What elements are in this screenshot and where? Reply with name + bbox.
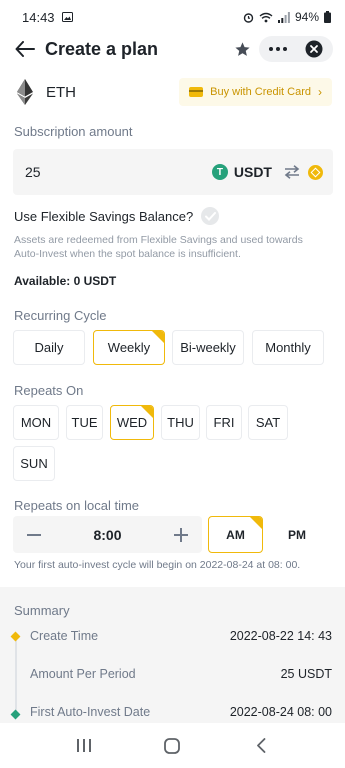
recurring-cycle-label: Recurring Cycle (14, 308, 107, 323)
summary-value: 2022-08-24 08: 00 (229, 705, 332, 719)
day-option-mon[interactable]: MON (13, 405, 59, 440)
system-nav-bar (0, 723, 345, 768)
summary-label: First Auto-Invest Date (30, 705, 151, 719)
close-icon[interactable] (301, 38, 327, 60)
day-option-wed[interactable]: WED (110, 405, 154, 440)
wifi-icon (259, 12, 273, 23)
status-bar: 14:43 94% (0, 0, 345, 34)
eth-icon (14, 77, 36, 107)
am-option[interactable]: AM (208, 516, 263, 553)
currency-label: USDT (233, 164, 272, 180)
gallery-notification-icon (61, 12, 73, 22)
time-value[interactable]: 8:00 (93, 527, 121, 543)
cycle-option-daily[interactable]: Daily (13, 330, 85, 365)
amount-input[interactable]: 25 T USDT (13, 149, 333, 195)
nav-home-icon[interactable] (157, 731, 187, 761)
summary-row-create-time: Create Time 2022-08-22 14: 43 (30, 629, 332, 643)
subscription-amount-label: Subscription amount (14, 124, 133, 139)
amount-value[interactable]: 25 (25, 164, 212, 180)
day-option-sat[interactable]: SAT (248, 405, 288, 440)
more-icon[interactable] (265, 38, 291, 60)
page-title: Create a plan (45, 38, 159, 59)
check-icon[interactable] (201, 207, 220, 225)
buy-with-credit-card-button[interactable]: Buy with Credit Card › (179, 78, 332, 106)
usdt-icon: T (211, 164, 228, 180)
day-option-fri[interactable]: FRI (206, 405, 242, 440)
first-cycle-note: Your first auto-invest cycle will begin … (14, 559, 301, 571)
summary-row-amount-per-period: Amount Per Period 25 USDT (30, 667, 332, 681)
summary-label: Create Time (30, 629, 99, 643)
bnb-coin-icon[interactable] (308, 164, 323, 180)
day-option-sun[interactable]: SUN (13, 446, 55, 481)
summary-value: 2022-08-22 14: 43 (229, 629, 332, 643)
asset-name: ETH (46, 83, 76, 101)
pm-option[interactable]: PM (270, 516, 324, 553)
cycle-option-bi-weekly[interactable]: Bi-weekly (172, 330, 244, 365)
time-stepper: 8:00 (13, 516, 202, 553)
cycle-option-weekly[interactable]: Weekly (93, 330, 165, 365)
header: Create a plan (0, 34, 345, 64)
flexible-savings-note: Assets are redeemed from Flexible Saving… (14, 234, 303, 260)
flexible-savings-question: Use Flexible Savings Balance? (14, 208, 194, 224)
plus-icon[interactable] (173, 527, 189, 543)
mini-app-capsule (259, 36, 333, 62)
repeats-on-label: Repeats On (14, 383, 84, 398)
star-icon[interactable] (231, 38, 253, 60)
status-time: 14:43 (22, 9, 55, 25)
available-balance: Available: 0 USDT (14, 274, 117, 288)
battery-percent: 94% (294, 10, 319, 24)
cycle-option-monthly[interactable]: Monthly (252, 330, 324, 365)
nav-back-icon[interactable] (246, 731, 276, 761)
swap-icon[interactable] (284, 165, 300, 179)
timeline-end-dot (10, 709, 21, 720)
summary-value: 25 USDT (280, 667, 332, 681)
summary-panel: Summary Create Time 2022-08-22 14: 43 Am… (0, 587, 345, 723)
flexible-savings-row: Use Flexible Savings Balance? (14, 207, 220, 225)
buy-with-credit-card-label: Buy with Credit Card (210, 86, 311, 98)
chevron-right-icon: › (318, 85, 322, 99)
day-option-tue[interactable]: TUE (66, 405, 103, 440)
asset-row: ETH Buy with Credit Card › (14, 76, 332, 108)
alarm-icon (243, 12, 254, 23)
day-option-thu[interactable]: THU (161, 405, 200, 440)
battery-icon (324, 11, 331, 23)
summary-label: Amount Per Period (30, 667, 136, 681)
credit-card-icon (189, 87, 204, 97)
timeline-start-dot (10, 631, 21, 642)
summary-title: Summary (14, 603, 70, 618)
nav-recents-icon[interactable] (69, 731, 99, 761)
local-time-label: Repeats on local time (14, 498, 140, 513)
minus-icon[interactable] (26, 527, 42, 543)
timeline-line (15, 637, 17, 713)
signal-icon (277, 11, 290, 23)
summary-row-first-auto-invest: First Auto-Invest Date 2022-08-24 08: 00 (30, 705, 332, 719)
back-arrow-icon[interactable] (13, 37, 37, 61)
